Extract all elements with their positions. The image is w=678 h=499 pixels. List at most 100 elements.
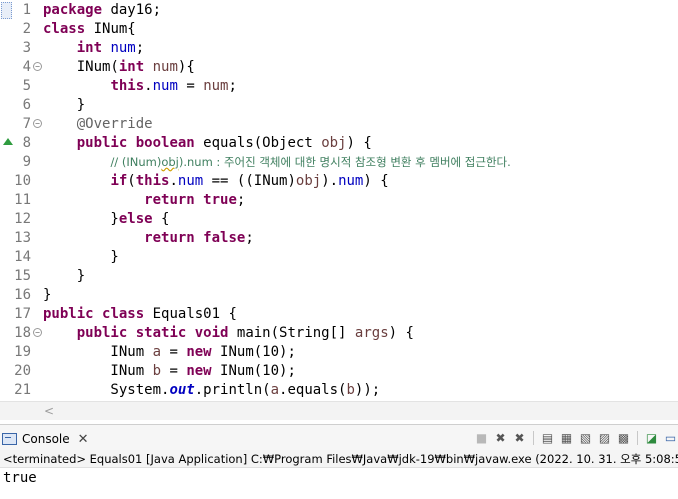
code-token: . — [144, 78, 153, 94]
code-line[interactable]: 10 if(this.num == ((INum)obj).num) { — [0, 172, 678, 191]
keyword-token: boolean — [135, 135, 195, 151]
keyword-token: public — [43, 306, 94, 322]
code-token: } — [43, 287, 52, 303]
code-text: this.num = num; — [43, 77, 237, 96]
code-text: public static void main(String[] args) { — [43, 324, 414, 343]
code-line[interactable]: 1 package day16; — [0, 1, 678, 20]
code-line[interactable]: 21 System.out.println(a.equals(b)); — [0, 381, 678, 400]
keyword-token: true — [203, 192, 237, 208]
code-token: ; — [135, 40, 145, 56]
code-line[interactable]: 11 return true; — [0, 191, 678, 210]
code-token: } — [43, 211, 119, 227]
code-text: INum(int num){ — [43, 58, 195, 77]
word-wrap-icon[interactable]: ▦ — [559, 430, 574, 445]
code-line[interactable]: 7− @Override — [0, 115, 678, 134]
comment-token: // (INum) — [110, 155, 162, 169]
terminate-icon[interactable]: ■ — [474, 430, 489, 445]
line-number: 18 — [14, 325, 31, 341]
code-token: .equals( — [279, 382, 347, 398]
keyword-token: new — [186, 344, 212, 360]
code-token: INum( — [43, 59, 119, 75]
keyword-token: public — [76, 325, 128, 341]
code-text: if(this.num == ((INum)obj).num) { — [43, 172, 388, 191]
code-token: ( — [127, 173, 136, 189]
code-line[interactable]: 13 return false; — [0, 229, 678, 248]
code-token: b — [346, 382, 355, 398]
code-line[interactable]: 5 this.num = num; — [0, 77, 678, 96]
code-line[interactable]: 15 } — [0, 267, 678, 286]
line-number: 9 — [22, 154, 31, 170]
code-token: { — [152, 211, 170, 227]
code-line[interactable]: 8 public boolean equals(Object obj) { — [0, 134, 678, 153]
code-line[interactable]: 16} — [0, 286, 678, 305]
code-line[interactable]: 18− public static void main(String[] arg… — [0, 324, 678, 343]
code-token: ) { — [388, 325, 414, 341]
code-line[interactable]: 19 INum a = new INum(10); — [0, 343, 678, 362]
console-output-area[interactable]: true — [0, 469, 678, 499]
code-token: )); — [354, 382, 381, 398]
code-editor[interactable]: 1 package day16; 2 class INum{3 int num; 4− … — [0, 0, 678, 420]
scroll-left-icon[interactable]: < — [44, 404, 54, 418]
line-number: 14 — [14, 249, 31, 265]
code-token: a — [152, 344, 162, 360]
remove-all-icon[interactable]: ✖ — [512, 430, 527, 445]
line-number: 2 — [22, 21, 31, 37]
fold-collapse-icon[interactable]: − — [33, 328, 42, 337]
code-line[interactable]: 14 } — [0, 248, 678, 267]
code-line[interactable]: 17 public class Equals01 { — [0, 305, 678, 324]
code-line[interactable]: 3 int num; — [0, 39, 678, 58]
code-token: INum(10); — [211, 363, 296, 379]
line-number: 11 — [14, 192, 31, 208]
code-token: num — [110, 40, 136, 56]
code-text: } — [43, 267, 85, 286]
code-token: ; — [245, 230, 254, 246]
code-token: @Override — [76, 116, 153, 132]
scroll-lock-icon[interactable]: ▤ — [540, 430, 555, 445]
keyword-token: class — [102, 306, 145, 322]
pin-icon[interactable]: ▧ — [578, 430, 593, 445]
console-process-status: <terminated> Equals01 [Java Application]… — [0, 450, 678, 468]
line-number: 20 — [14, 363, 31, 379]
code-token: day16; — [102, 2, 162, 18]
code-line[interactable]: 2 class INum{ — [0, 20, 678, 39]
fold-collapse-icon[interactable]: − — [33, 119, 42, 128]
code-token: num — [338, 173, 364, 189]
code-text: } — [43, 248, 118, 267]
code-line[interactable]: 20 INum b = new INum(10); — [0, 362, 678, 381]
code-line[interactable]: 6 } — [0, 96, 678, 115]
code-text: } — [43, 286, 51, 305]
comment-token: ).num : 주어진 객체에 대한 명시적 참조형 변환 후 멤버에 접근한다… — [178, 155, 511, 169]
line-number: 5 — [22, 78, 31, 94]
clear-icon[interactable]: ▩ — [616, 430, 631, 445]
code-token: .println( — [194, 382, 271, 398]
code-token: out — [169, 382, 195, 398]
code-token: . — [169, 173, 178, 189]
code-text: // (INum)obj).num : 주어진 객체에 대한 명시적 참조형 변… — [43, 153, 511, 172]
tab-console[interactable]: Console ✕ — [2, 429, 89, 449]
toolbar-separator — [637, 430, 638, 445]
code-text: class INum{ — [43, 20, 136, 39]
fold-collapse-icon[interactable]: − — [33, 62, 42, 71]
display-console-icon[interactable]: ▭ — [663, 430, 678, 445]
code-token: b — [152, 363, 162, 379]
code-token: = — [161, 363, 187, 379]
code-line[interactable]: 4− INum(int num){ — [0, 58, 678, 77]
copy-icon[interactable]: ▨ — [597, 430, 612, 445]
code-token: INum(10); — [211, 344, 296, 360]
code-line[interactable]: 12 }else { — [0, 210, 678, 229]
code-token: num — [152, 59, 178, 75]
open-console-icon[interactable]: ◪ — [644, 430, 659, 445]
code-line[interactable]: 9 // (INum)obj).num : 주어진 객체에 대한 명시적 참조형… — [0, 153, 678, 172]
code-token: System. — [43, 382, 170, 398]
horizontal-scrollbar[interactable]: < — [0, 401, 678, 420]
code-token: ; — [228, 78, 237, 94]
line-number: 12 — [14, 211, 31, 227]
remove-launch-icon[interactable]: ✖ — [493, 430, 508, 445]
keyword-token: void — [194, 325, 229, 341]
line-number: 21 — [14, 382, 31, 398]
close-icon[interactable]: ✕ — [78, 432, 89, 447]
